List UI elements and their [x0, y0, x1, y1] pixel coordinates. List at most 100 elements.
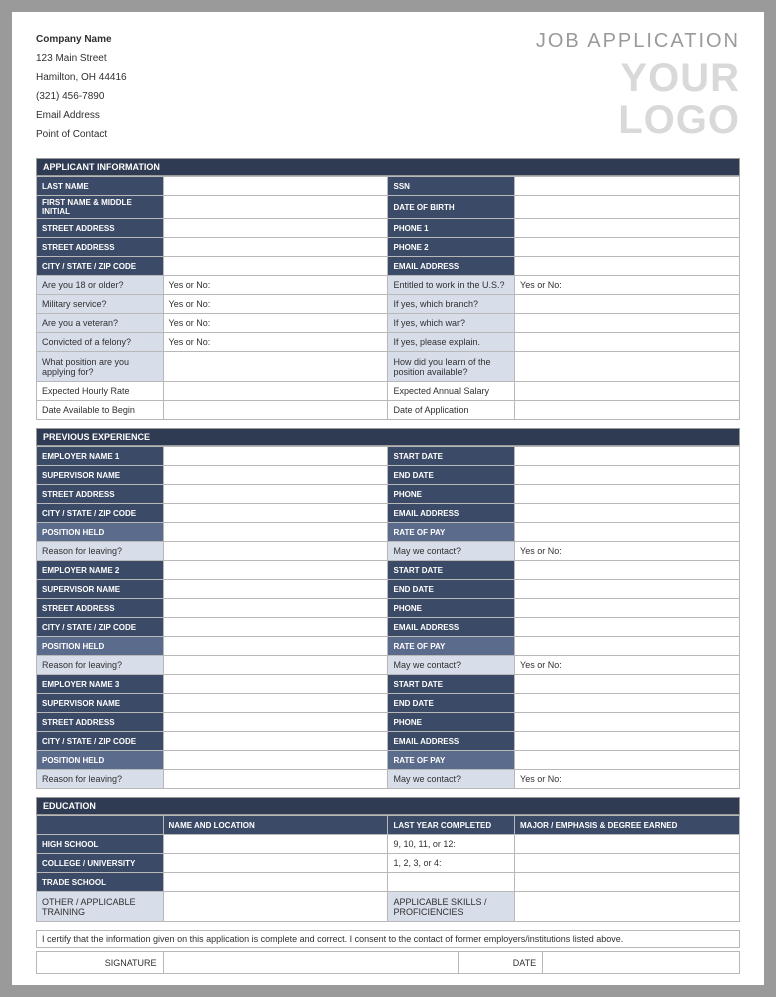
label-felony: Convicted of a felony? [37, 333, 164, 352]
input-sup2[interactable] [163, 580, 388, 599]
input-end1[interactable] [515, 466, 740, 485]
input-addr1[interactable] [163, 219, 388, 238]
input-hs-year[interactable]: 9, 10, 11, or 12: [388, 835, 515, 854]
label-sup2: SUPERVISOR NAME [37, 580, 164, 599]
input-csz-e1[interactable] [163, 504, 388, 523]
input-college-name[interactable] [163, 854, 388, 873]
input-felony[interactable]: Yes or No: [163, 333, 388, 352]
label-csz-e1: CITY / STATE / ZIP CODE [37, 504, 164, 523]
label-learn: How did you learn of the position availa… [388, 352, 515, 382]
page: Company Name 123 Main Street Hamilton, O… [0, 0, 776, 997]
input-trade-major[interactable] [515, 873, 740, 892]
input-learn[interactable] [515, 352, 740, 382]
label-signature: SIGNATURE [37, 952, 164, 974]
input-email-e2[interactable] [515, 618, 740, 637]
label-email-e2: EMAIL ADDRESS [388, 618, 515, 637]
input-college-year[interactable]: 1, 2, 3, or 4: [388, 854, 515, 873]
input-csz-e2[interactable] [163, 618, 388, 637]
input-trade-year[interactable] [388, 873, 515, 892]
input-salary[interactable] [515, 382, 740, 401]
input-start3[interactable] [515, 675, 740, 694]
label-position: What position are you applying for? [37, 352, 164, 382]
certification-text: I certify that the information given on … [36, 930, 740, 948]
input-hs-major[interactable] [515, 835, 740, 854]
input-email[interactable] [515, 257, 740, 276]
input-contact1[interactable]: Yes or No: [515, 542, 740, 561]
input-phone-e2[interactable] [515, 599, 740, 618]
education-header: EDUCATION [36, 797, 740, 815]
input-phone-e1[interactable] [515, 485, 740, 504]
input-addr-e3[interactable] [163, 713, 388, 732]
input-ssn[interactable] [515, 177, 740, 196]
input-military[interactable]: Yes or No: [163, 295, 388, 314]
input-explain[interactable] [515, 333, 740, 352]
input-appdate[interactable] [515, 401, 740, 420]
company-contact: Point of Contact [36, 125, 127, 144]
input-rate1[interactable] [515, 523, 740, 542]
input-signature[interactable] [163, 952, 458, 974]
input-start2[interactable] [515, 561, 740, 580]
company-street: 123 Main Street [36, 49, 127, 68]
label-us: Entitled to work in the U.S.? [388, 276, 515, 295]
input-reason3[interactable] [163, 770, 388, 789]
company-citystatezip: Hamilton, OH 44416 [36, 68, 127, 87]
input-reason2[interactable] [163, 656, 388, 675]
input-csz[interactable] [163, 257, 388, 276]
input-addr-e1[interactable] [163, 485, 388, 504]
label-first-mi: FIRST NAME & MIDDLE INITIAL [37, 196, 164, 219]
label-last-name: LAST NAME [37, 177, 164, 196]
label-edu-year: LAST YEAR COMPLETED [388, 816, 515, 835]
input-age[interactable]: Yes or No: [163, 276, 388, 295]
input-college-major[interactable] [515, 854, 740, 873]
input-emp2[interactable] [163, 561, 388, 580]
experience-table: EMPLOYER NAME 1START DATE SUPERVISOR NAM… [36, 446, 740, 789]
input-first-mi[interactable] [163, 196, 388, 219]
label-emp2: EMPLOYER NAME 2 [37, 561, 164, 580]
input-contact3[interactable]: Yes or No: [515, 770, 740, 789]
input-phone2[interactable] [515, 238, 740, 257]
input-veteran[interactable]: Yes or No: [163, 314, 388, 333]
input-email-e1[interactable] [515, 504, 740, 523]
input-start1[interactable] [515, 447, 740, 466]
input-pos2[interactable] [163, 637, 388, 656]
input-pos1[interactable] [163, 523, 388, 542]
input-rate2[interactable] [515, 637, 740, 656]
input-addr-e2[interactable] [163, 599, 388, 618]
input-csz-e3[interactable] [163, 732, 388, 751]
input-last-name[interactable] [163, 177, 388, 196]
input-skills[interactable] [515, 892, 740, 922]
input-phone1[interactable] [515, 219, 740, 238]
label-end2: END DATE [388, 580, 515, 599]
input-emp3[interactable] [163, 675, 388, 694]
input-trade-name[interactable] [163, 873, 388, 892]
input-contact2[interactable]: Yes or No: [515, 656, 740, 675]
input-end3[interactable] [515, 694, 740, 713]
input-phone-e3[interactable] [515, 713, 740, 732]
input-hourly[interactable] [163, 382, 388, 401]
input-position[interactable] [163, 352, 388, 382]
label-skills: APPLICABLE SKILLS / PROFICIENCIES [388, 892, 515, 922]
input-hs-name[interactable] [163, 835, 388, 854]
label-reason3: Reason for leaving? [37, 770, 164, 789]
input-us[interactable]: Yes or No: [515, 276, 740, 295]
input-emp1[interactable] [163, 447, 388, 466]
label-end1: END DATE [388, 466, 515, 485]
input-addr2[interactable] [163, 238, 388, 257]
input-pos3[interactable] [163, 751, 388, 770]
input-dob[interactable] [515, 196, 740, 219]
label-date: DATE [458, 952, 542, 974]
input-date[interactable] [543, 952, 740, 974]
label-explain: If yes, please explain. [388, 333, 515, 352]
input-sup1[interactable] [163, 466, 388, 485]
input-sup3[interactable] [163, 694, 388, 713]
input-war[interactable] [515, 314, 740, 333]
label-college: COLLEGE / UNIVERSITY [37, 854, 164, 873]
input-other-training[interactable] [163, 892, 388, 922]
input-end2[interactable] [515, 580, 740, 599]
input-startdate[interactable] [163, 401, 388, 420]
signature-table: SIGNATURE DATE [36, 951, 740, 974]
input-reason1[interactable] [163, 542, 388, 561]
input-rate3[interactable] [515, 751, 740, 770]
input-branch[interactable] [515, 295, 740, 314]
input-email-e3[interactable] [515, 732, 740, 751]
